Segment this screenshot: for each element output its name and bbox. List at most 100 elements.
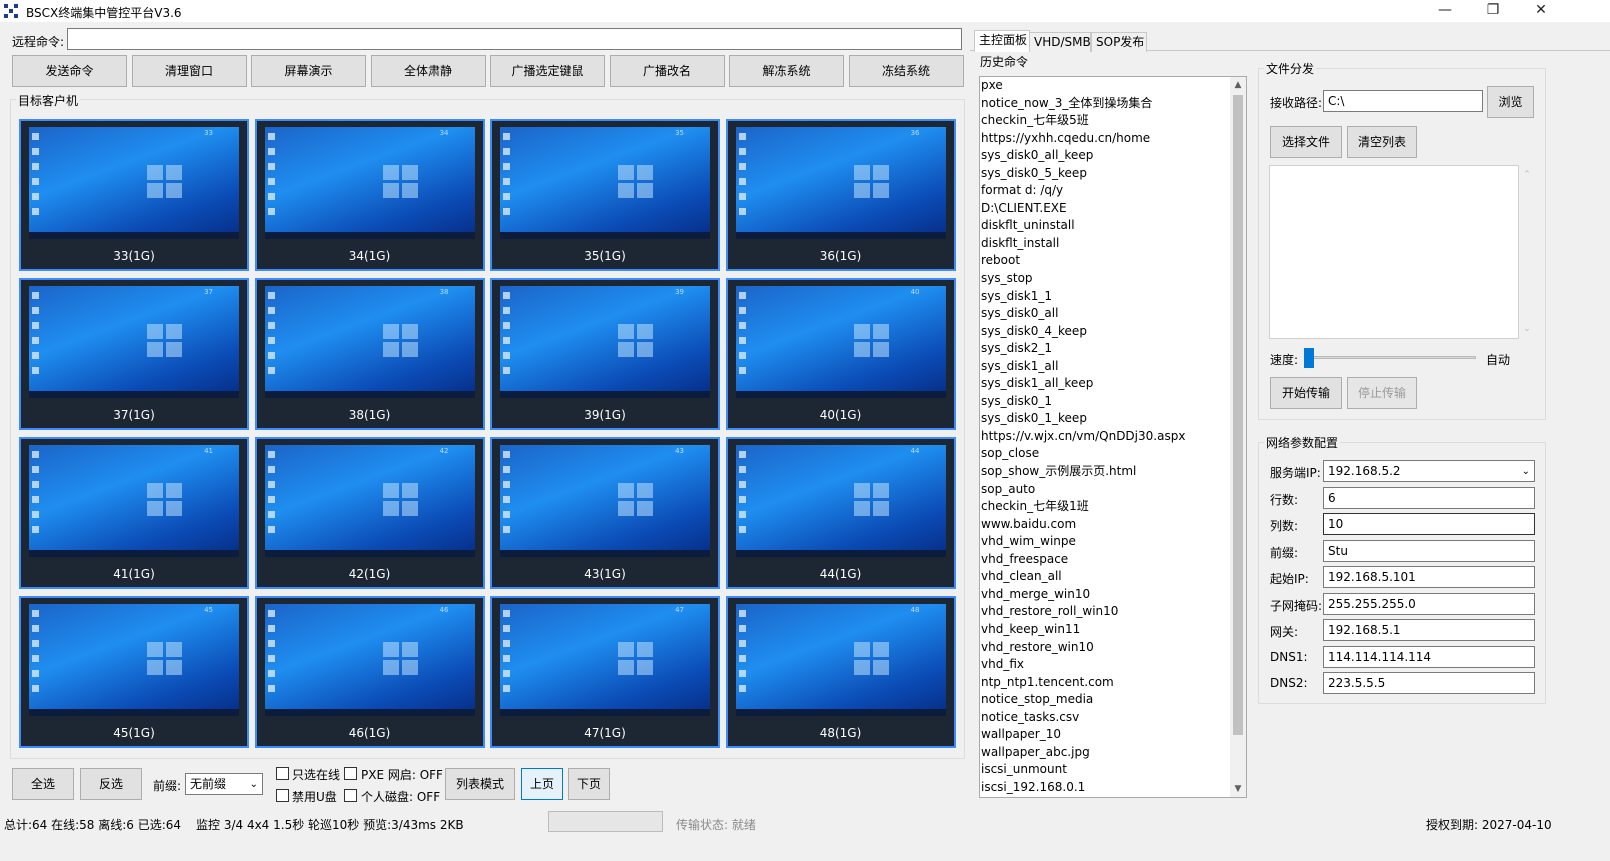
history-item[interactable]: diskflt_uninstall — [980, 217, 1230, 235]
gateway-input[interactable]: 192.168.5.1 — [1323, 619, 1535, 641]
tab-main-panel[interactable]: 主控面板 — [974, 30, 1030, 52]
server-ip-select[interactable]: 192.168.5.2 ⌄ — [1323, 460, 1535, 482]
list-mode-button[interactable]: 列表模式 — [445, 768, 515, 800]
choose-file-button[interactable]: 选择文件 — [1270, 126, 1342, 158]
history-item[interactable]: checkin_七年级1班 — [980, 498, 1230, 516]
client-tile[interactable]: 47 47(1G) — [490, 596, 720, 748]
history-item[interactable]: iscsi_192.168.0.1 — [980, 779, 1230, 797]
file-list-scrollbar[interactable]: ⌃ ⌄ — [1520, 165, 1534, 339]
history-item[interactable]: vhd_restore_roll_win10 — [980, 603, 1230, 621]
dns1-input[interactable]: 114.114.114.114 — [1323, 645, 1535, 668]
history-item[interactable]: vhd_restore_win10 — [980, 639, 1230, 657]
scrollbar-thumb[interactable] — [1233, 95, 1243, 735]
history-item[interactable]: https://yxhh.cqedu.cn/home — [980, 130, 1230, 148]
screen-demo-button[interactable]: 屏幕演示 — [251, 55, 366, 87]
client-tile[interactable]: 42 42(1G) — [254, 437, 485, 589]
speed-slider-track[interactable] — [1304, 356, 1476, 359]
send-command-button[interactable]: 发送命令 — [12, 55, 127, 87]
rows-input[interactable]: 6 — [1323, 486, 1535, 509]
prefix-input[interactable]: Stu — [1323, 539, 1535, 562]
clear-list-button[interactable]: 清空列表 — [1347, 126, 1417, 158]
scroll-up-icon[interactable]: ▲ — [1230, 77, 1246, 93]
history-item[interactable]: notice_tasks.csv — [980, 709, 1230, 727]
invert-selection-button[interactable]: 反选 — [80, 768, 142, 800]
history-item[interactable]: D:\CLIENT.EXE — [980, 200, 1230, 218]
history-item[interactable]: notice_now_3_全体到操场集合 — [980, 95, 1230, 113]
history-item[interactable]: sys_disk0_1_keep — [980, 410, 1230, 428]
browse-button[interactable]: 浏览 — [1487, 86, 1534, 118]
history-list[interactable]: pxe notice_now_3_全体到操场集合 checkin_七年级5班 http… — [979, 76, 1247, 798]
client-tile[interactable]: 43 43(1G) — [490, 437, 720, 589]
only-online-checkbox[interactable] — [276, 767, 289, 780]
history-item[interactable]: sys_disk2_1 — [980, 340, 1230, 358]
client-tile[interactable]: 39 39(1G) — [490, 278, 720, 430]
client-tile[interactable]: 37 37(1G) — [19, 278, 249, 430]
history-item[interactable]: sys_disk0_5_keep — [980, 165, 1230, 183]
history-item[interactable]: pxe — [980, 77, 1230, 95]
freeze-system-button[interactable]: 冻结系统 — [848, 55, 964, 87]
client-tile[interactable]: 40 40(1G) — [725, 278, 956, 430]
client-tile[interactable]: 48 48(1G) — [725, 596, 956, 748]
history-item[interactable]: diskflt_install — [980, 235, 1230, 253]
history-item[interactable]: format d: /q/y — [980, 182, 1230, 200]
select-all-button[interactable]: 全选 — [12, 768, 74, 800]
client-tile[interactable]: 34 34(1G) — [254, 119, 485, 271]
history-item[interactable]: vhd_fix — [980, 656, 1230, 674]
broadcast-kbm-button[interactable]: 广播选定键鼠 — [490, 55, 605, 87]
history-item[interactable]: ntp_ntp1.tencent.com — [980, 674, 1230, 692]
tab-sop-publish[interactable]: SOP发布 — [1091, 32, 1147, 52]
client-tile[interactable]: 36 36(1G) — [725, 119, 956, 271]
client-tile[interactable]: 35 35(1G) — [490, 119, 720, 271]
history-item[interactable]: vhd_keep_win11 — [980, 621, 1230, 639]
dns2-input[interactable]: 223.5.5.5 — [1323, 672, 1535, 694]
client-tile[interactable]: 38 38(1G) — [254, 278, 485, 430]
history-item[interactable]: vhd_freespace — [980, 551, 1230, 569]
client-tile[interactable]: 46 46(1G) — [254, 596, 485, 748]
broadcast-rename-button[interactable]: 广播改名 — [609, 55, 725, 87]
history-item[interactable]: notice_stop_media — [980, 691, 1230, 709]
history-item[interactable]: sop_show_示例展示页.html — [980, 463, 1230, 481]
client-tile[interactable]: 45 45(1G) — [19, 596, 249, 748]
history-item[interactable]: vhd_clean_all — [980, 568, 1230, 586]
start-ip-input[interactable]: 192.168.5.101 — [1323, 566, 1535, 588]
history-item[interactable]: wallpaper_10 — [980, 726, 1230, 744]
history-item[interactable]: sys_disk1_all_keep — [980, 375, 1230, 393]
history-item[interactable]: vhd_merge_win10 — [980, 586, 1230, 604]
remote-command-input[interactable] — [67, 28, 962, 50]
close-button[interactable]: ✕ — [1518, 0, 1564, 22]
all-silent-button[interactable]: 全体肃静 — [370, 55, 486, 87]
client-tile[interactable]: 44 44(1G) — [725, 437, 956, 589]
next-page-button[interactable]: 下页 — [568, 768, 610, 800]
history-item[interactable]: sys_disk0_4_keep — [980, 323, 1230, 341]
history-item[interactable]: sys_disk0_all_keep — [980, 147, 1230, 165]
history-item[interactable]: sys_disk0_1 — [980, 393, 1230, 411]
pxe-wake-checkbox[interactable] — [344, 767, 357, 780]
scroll-down-icon[interactable]: ▼ — [1230, 781, 1246, 797]
speed-slider-thumb[interactable] — [1304, 348, 1314, 368]
history-item[interactable]: vhd_wim_winpe — [980, 533, 1230, 551]
disable-usb-checkbox[interactable] — [276, 789, 289, 802]
history-item[interactable]: iscsi_unmount — [980, 761, 1230, 779]
history-scrollbar[interactable]: ▲ ▼ — [1230, 77, 1246, 797]
file-list[interactable] — [1269, 165, 1519, 339]
minimize-button[interactable]: — — [1422, 0, 1468, 22]
history-item[interactable]: reboot — [980, 252, 1230, 270]
history-item[interactable]: sop_auto — [980, 481, 1230, 499]
start-transfer-button[interactable]: 开始传输 — [1270, 377, 1342, 409]
client-tile[interactable]: 33 33(1G) — [19, 119, 249, 271]
history-item[interactable]: sys_disk1_all — [980, 358, 1230, 376]
history-item[interactable]: wallpaper_abc.jpg — [980, 744, 1230, 762]
tab-vhd-smb[interactable]: VHD/SMB — [1029, 32, 1091, 52]
history-item[interactable]: https://v.wjx.cn/vm/QnDDj30.aspx — [980, 428, 1230, 446]
receive-path-input[interactable]: C:\ — [1323, 90, 1483, 112]
history-item[interactable]: sop_close — [980, 445, 1230, 463]
unfreeze-system-button[interactable]: 解冻系统 — [729, 55, 844, 87]
clear-window-button[interactable]: 清理窗口 — [131, 55, 247, 87]
history-item[interactable]: checkin_七年级5班 — [980, 112, 1230, 130]
history-item[interactable]: www.baidu.com — [980, 516, 1230, 534]
history-item[interactable]: sys_disk1_1 — [980, 288, 1230, 306]
prev-page-button[interactable]: 上页 — [521, 768, 563, 800]
subnet-mask-input[interactable]: 255.255.255.0 — [1323, 592, 1535, 615]
stop-transfer-button[interactable]: 停止传输 — [1347, 377, 1417, 409]
personal-disk-checkbox[interactable] — [344, 789, 357, 802]
